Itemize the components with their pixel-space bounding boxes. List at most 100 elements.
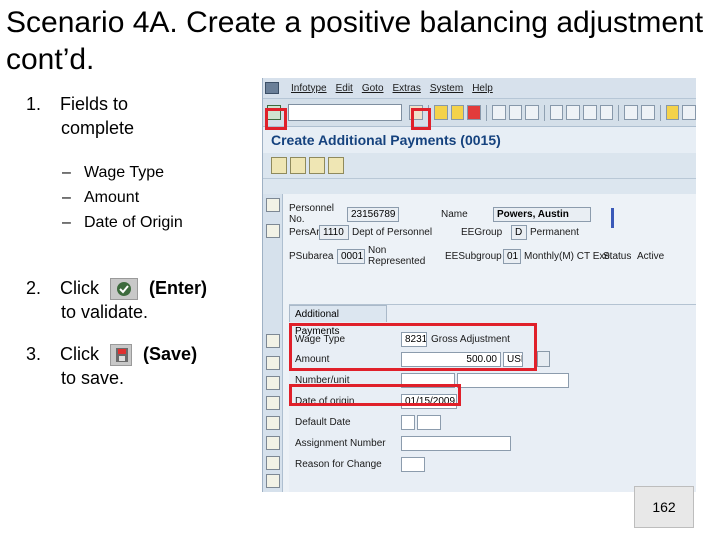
sap-app-icon (265, 82, 279, 94)
enter-highlight (265, 108, 287, 130)
psubarea-label: PSubarea (289, 250, 334, 262)
toolbar-divider (659, 104, 661, 121)
standard-toolbar (263, 99, 696, 127)
filter-icon[interactable] (266, 456, 280, 470)
back-icon[interactable] (433, 105, 448, 120)
checkbox-icon[interactable] (266, 334, 280, 348)
date-highlight (289, 384, 461, 406)
step-3-line2: to save. (61, 368, 125, 389)
unit-input[interactable] (457, 372, 569, 388)
search-icon[interactable] (266, 396, 280, 410)
personnel-no-label: Personnel No. (289, 203, 335, 225)
find-icon[interactable] (508, 105, 523, 120)
new-session-icon[interactable] (624, 105, 639, 120)
default-date-checkbox[interactable] (401, 414, 415, 430)
dash: – (62, 189, 71, 206)
clipboard-icon[interactable] (266, 416, 280, 430)
step-1-line2: complete (61, 118, 135, 138)
cursor-marker (611, 208, 614, 228)
previous-page-icon[interactable] (566, 105, 581, 120)
exchange-icon[interactable] (328, 157, 344, 174)
toolbar-divider (485, 104, 487, 121)
reason-input[interactable] (401, 456, 425, 472)
assignment-number-row: Assignment Number (289, 433, 511, 453)
step-1-line1: Fields to (60, 94, 129, 114)
name-field: Powers, Austin (493, 206, 591, 222)
cancel-icon[interactable] (467, 105, 481, 120)
list-item-label: Date of Origin (84, 214, 183, 231)
menu-item-goto[interactable]: Goto (362, 83, 384, 94)
menu-item-infotype[interactable]: Infotype (291, 83, 327, 94)
step-3-action: (Save) (143, 344, 198, 364)
list-item: – Date of Origin (62, 210, 183, 235)
page-number: 162 (634, 486, 694, 528)
name-label: Name (441, 208, 468, 220)
first-page-icon[interactable] (549, 105, 564, 120)
save-highlight (411, 108, 431, 130)
step-2: 2. Click (Enter) to validate. (26, 276, 207, 324)
shortcut-icon[interactable] (641, 105, 655, 120)
header-row-persarea: PersArea 1110 Dept of Personnel EEGroup … (289, 225, 579, 240)
assignment-number-input[interactable] (401, 435, 511, 451)
print-icon[interactable] (491, 105, 506, 120)
default-date-label: Default Date (295, 416, 351, 428)
menu-item-extras[interactable]: Extras (393, 83, 421, 94)
personnel-no-field: 23156789 (347, 206, 399, 222)
command-field[interactable] (287, 104, 403, 121)
ee-subgroup-text: Monthly(M) CT Exe. (524, 250, 613, 262)
default-date-row: Default Date (289, 412, 441, 432)
step-3: 3. Click (Save) to save. (26, 342, 197, 390)
list-item: – Amount (62, 185, 183, 210)
enter-icon (110, 278, 139, 301)
find-next-icon[interactable] (525, 105, 539, 120)
list-item: – Wage Type (62, 160, 183, 185)
menu-item-system[interactable]: System (430, 83, 463, 94)
step-3-number: 3. (26, 344, 42, 364)
menu-bar: Infotype Edit Goto Extras System Help (263, 78, 696, 99)
reason-row: Reason for Change (289, 454, 425, 474)
left-icon-column (263, 194, 283, 492)
psubarea-code: 0001 (337, 248, 365, 264)
shield-icon[interactable] (266, 474, 280, 488)
ee-subgroup-code: 01 (503, 248, 521, 264)
ee-group-text: Permanent (530, 227, 579, 238)
person-icon[interactable] (309, 157, 325, 174)
step-3-click: Click (60, 344, 99, 364)
default-date-input[interactable] (417, 414, 441, 430)
overview-icon[interactable] (271, 157, 287, 174)
toolbar-divider (618, 104, 620, 121)
menu-item-edit[interactable]: Edit (336, 83, 353, 94)
pers-area-text: Dept of Personnel (352, 227, 433, 238)
dash: – (62, 164, 71, 181)
step-2-click: Click (60, 278, 99, 298)
sap-window: Infotype Edit Goto Extras System Help Cr… (262, 78, 696, 492)
tree-icon[interactable] (266, 224, 280, 238)
reason-label: Reason for Change (295, 458, 382, 470)
layout-menu-icon[interactable] (682, 105, 696, 120)
assignment-number-label: Assignment Number (295, 437, 386, 449)
next-page-icon[interactable] (583, 105, 597, 120)
menu-item-help[interactable]: Help (472, 83, 493, 94)
step-2-line2: to validate. (61, 302, 149, 323)
lock-icon[interactable] (266, 436, 280, 450)
document-icon[interactable] (290, 157, 306, 174)
list-item-label: Wage Type (84, 164, 165, 181)
tab-additional-payments[interactable]: Additional Payments (289, 305, 387, 337)
exit-icon[interactable] (450, 105, 465, 120)
step-2-number: 2. (26, 278, 42, 298)
step-1-number: 1. (26, 94, 42, 114)
toolbar-divider (543, 104, 545, 121)
help-icon[interactable] (665, 105, 680, 120)
amount-extra-button[interactable] (537, 351, 550, 367)
pers-area-code: 1110 (319, 225, 349, 240)
ee-group-label: EEGroup (461, 227, 503, 238)
list-icon[interactable] (266, 356, 280, 370)
arrow-icon[interactable] (266, 198, 280, 212)
table-icon[interactable] (266, 376, 280, 390)
ee-subgroup-label: EESubgroup (445, 250, 502, 262)
pers-area-label: PersArea (289, 227, 331, 238)
ee-group-code: D (511, 225, 527, 240)
last-page-icon[interactable] (599, 105, 614, 120)
status-label: Status (603, 250, 632, 262)
application-toolbar (263, 153, 696, 179)
